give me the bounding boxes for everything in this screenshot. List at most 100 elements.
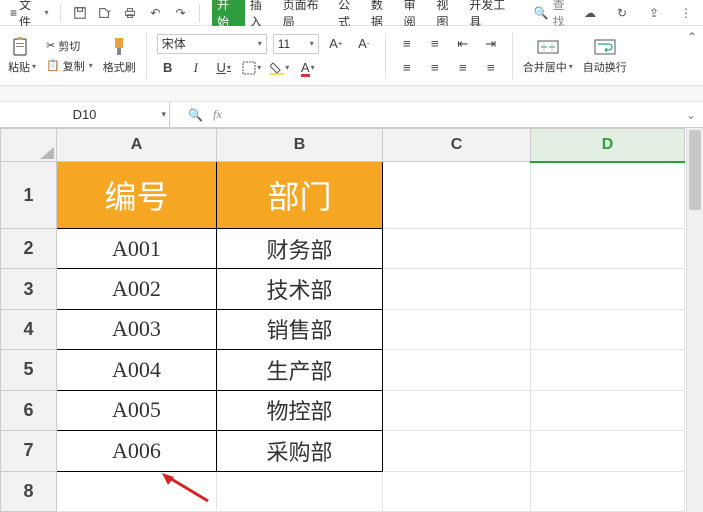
align-middle-icon[interactable]: ≡ — [424, 34, 446, 54]
align-center-icon[interactable]: ≡ — [424, 58, 446, 78]
cell-A6[interactable]: A005 — [57, 390, 217, 430]
font-name-value: 宋体 — [162, 35, 186, 52]
chevron-down-icon[interactable]: ▾ — [161, 109, 166, 120]
cell-B4[interactable]: 销售部 — [217, 309, 383, 349]
cell-D5[interactable] — [531, 350, 685, 390]
cell-C1[interactable] — [383, 162, 531, 229]
row-header-7[interactable]: 7 — [1, 431, 57, 471]
select-all-corner[interactable] — [1, 129, 57, 162]
cell-B7[interactable]: 采购部 — [217, 431, 383, 471]
chevron-down-icon: ▾ — [89, 61, 93, 70]
italic-button[interactable]: I — [185, 58, 207, 78]
undo-icon[interactable]: ↶ — [145, 2, 166, 24]
bold-button[interactable]: B — [157, 58, 179, 78]
print-preview-icon[interactable] — [95, 2, 116, 24]
cloud-icon[interactable]: ☁ — [579, 2, 601, 24]
name-box[interactable]: D10 ▾ — [0, 102, 170, 127]
copy-button[interactable]: 📋复制▾ — [46, 58, 93, 74]
print-icon[interactable] — [120, 2, 141, 24]
row-header-8[interactable]: 8 — [1, 471, 57, 511]
cell-D2[interactable] — [531, 228, 685, 268]
save-icon[interactable] — [69, 2, 90, 24]
align-left-icon[interactable]: ≡ — [396, 58, 418, 78]
font-size-select[interactable]: 11▾ — [273, 34, 319, 54]
cell-D6[interactable] — [531, 390, 685, 430]
underline-button[interactable]: U▾ — [213, 58, 235, 78]
cell-B2[interactable]: 财务部 — [217, 228, 383, 268]
cell-C2[interactable] — [383, 228, 531, 268]
cell-A7[interactable]: A006 — [57, 431, 217, 471]
wrap-text-button[interactable]: 自动换行 — [583, 37, 627, 75]
row-header-3[interactable]: 3 — [1, 269, 57, 309]
col-header-B[interactable]: B — [217, 129, 383, 162]
col-header-A[interactable]: A — [57, 129, 217, 162]
vertical-scrollbar[interactable] — [686, 128, 703, 512]
search-icon: 🔍 — [534, 6, 549, 20]
increase-indent-icon[interactable]: ⇥ — [480, 34, 502, 54]
formula-input[interactable] — [240, 102, 679, 127]
row-header-4[interactable]: 4 — [1, 309, 57, 349]
merge-center-button[interactable]: 合并居中▾ — [523, 37, 573, 75]
paste-label: 粘贴 — [8, 59, 30, 75]
cancel-icon[interactable]: 🔍 — [188, 108, 203, 122]
decrease-indent-icon[interactable]: ⇤ — [452, 34, 474, 54]
row-header-5[interactable]: 5 — [1, 350, 57, 390]
cell-A4[interactable]: A003 — [57, 309, 217, 349]
row-header-2[interactable]: 2 — [1, 228, 57, 268]
font-color-button[interactable]: A▾ — [297, 58, 319, 78]
separator — [512, 33, 513, 79]
more-icon[interactable]: ⋮ — [675, 2, 697, 24]
cell-C5[interactable] — [383, 350, 531, 390]
decrease-font-icon[interactable]: A- — [353, 34, 375, 54]
merge-icon — [536, 37, 560, 57]
cell-D1[interactable] — [531, 162, 685, 229]
cell-A3[interactable]: A002 — [57, 269, 217, 309]
border-button[interactable]: ▾ — [241, 58, 263, 78]
scrollbar-thumb[interactable] — [689, 130, 701, 210]
cell-C4[interactable] — [383, 309, 531, 349]
cell-C6[interactable] — [383, 390, 531, 430]
cell-B3[interactable]: 技术部 — [217, 269, 383, 309]
cell-A1[interactable]: 编号 — [57, 162, 217, 229]
cell-D7[interactable] — [531, 431, 685, 471]
fill-color-button[interactable]: ▾ — [269, 58, 291, 78]
cell-D8[interactable] — [531, 471, 685, 511]
cell-B6[interactable]: 物控部 — [217, 390, 383, 430]
collapse-ribbon-icon[interactable]: ⌃ — [687, 30, 697, 44]
cut-button[interactable]: ✂剪切 — [46, 38, 93, 54]
expand-formula-icon[interactable]: ⌄ — [679, 102, 703, 127]
align-justify-icon[interactable]: ≡ — [480, 58, 502, 78]
redo-icon[interactable]: ↷ — [170, 2, 191, 24]
cell-B5[interactable]: 生产部 — [217, 350, 383, 390]
cell-A8[interactable] — [57, 471, 217, 511]
cell-D3[interactable] — [531, 269, 685, 309]
fx-icon[interactable]: fx — [213, 107, 222, 122]
font-name-select[interactable]: 宋体▾ — [157, 34, 267, 54]
cell-A2[interactable]: A001 — [57, 228, 217, 268]
separator — [385, 33, 386, 79]
format-painter-button[interactable]: 格式刷 — [103, 37, 136, 75]
paste-button[interactable]: 粘贴▾ — [8, 37, 36, 75]
wrap-icon — [593, 37, 617, 57]
share-icon[interactable]: ⇪ — [643, 2, 665, 24]
spacer — [0, 86, 703, 102]
col-header-D[interactable]: D — [531, 129, 685, 162]
spreadsheet-grid[interactable]: A B C D 1 编号 部门 2 A001 财务部 3 A002 技术部 4 … — [0, 128, 685, 512]
grid-area: A B C D 1 编号 部门 2 A001 财务部 3 A002 技术部 4 … — [0, 128, 703, 512]
cell-C7[interactable] — [383, 431, 531, 471]
increase-font-icon[interactable]: A+ — [325, 34, 347, 54]
row-header-1[interactable]: 1 — [1, 162, 57, 229]
cell-A5[interactable]: A004 — [57, 350, 217, 390]
sync-icon[interactable]: ↻ — [611, 2, 633, 24]
row-header-6[interactable]: 6 — [1, 390, 57, 430]
cell-C8[interactable] — [383, 471, 531, 511]
align-right-icon[interactable]: ≡ — [452, 58, 474, 78]
cell-B8[interactable] — [217, 471, 383, 511]
formula-icons: 🔍 fx — [170, 102, 240, 127]
align-top-icon[interactable]: ≡ — [396, 34, 418, 54]
cell-D4[interactable] — [531, 309, 685, 349]
cell-B1[interactable]: 部门 — [217, 162, 383, 229]
col-header-C[interactable]: C — [383, 129, 531, 162]
chevron-down-icon: ▾ — [257, 63, 261, 72]
cell-C3[interactable] — [383, 269, 531, 309]
